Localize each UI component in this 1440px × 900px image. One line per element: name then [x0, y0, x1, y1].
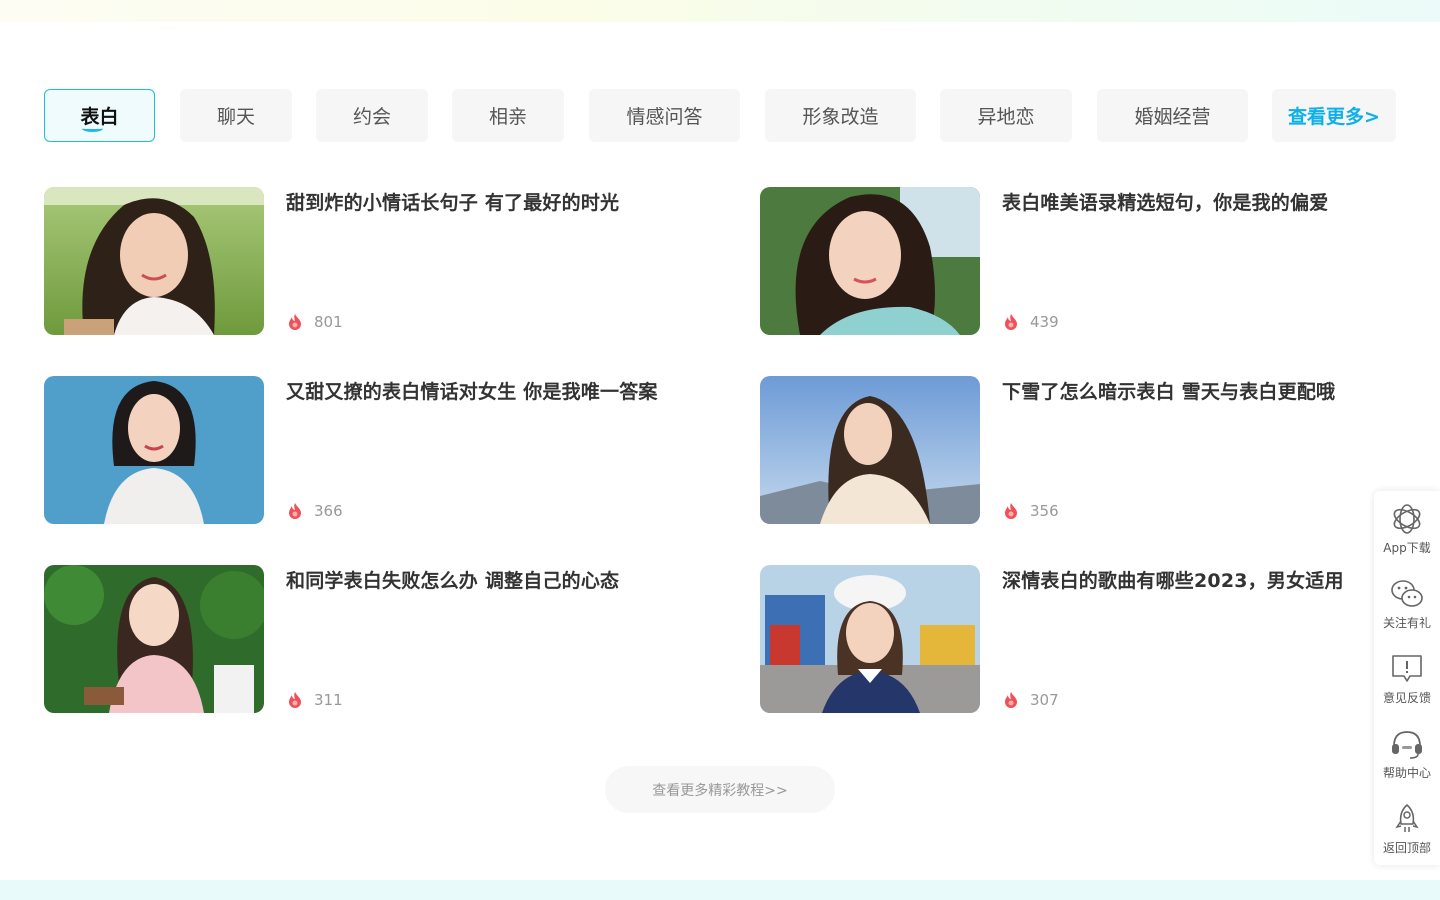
bottom-band	[0, 880, 1440, 900]
tab-qinggan-wenda[interactable]: 情感问答	[589, 89, 740, 142]
flame-icon	[289, 314, 301, 330]
article-title[interactable]: 深情表白的歌曲有哪些2023，男女适用	[1002, 566, 1344, 593]
sidebar-feedback[interactable]: 意见反馈	[1374, 641, 1440, 716]
article-views: 307	[1004, 691, 1059, 709]
article-thumbnail[interactable]	[760, 565, 980, 713]
more-tutorials-label: 查看更多精彩教程>>	[652, 782, 788, 799]
sidebar-help-center[interactable]: 帮助中心	[1374, 716, 1440, 791]
view-count: 307	[1030, 691, 1059, 709]
top-gradient-band	[0, 0, 1440, 22]
article-title[interactable]: 下雪了怎么暗示表白 雪天与表白更配哦	[1002, 377, 1335, 404]
tab-label: 情感问答	[626, 106, 703, 128]
view-count: 311	[314, 691, 343, 709]
headset-icon	[1392, 731, 1422, 759]
app-download-icon	[1393, 504, 1421, 534]
article-card[interactable]: 深情表白的歌曲有哪些2023，男女适用 307	[760, 565, 1440, 713]
flame-icon	[289, 503, 301, 519]
tab-label: 约会	[352, 106, 391, 128]
article-thumbnail[interactable]	[760, 187, 980, 335]
tab-hunyin-jingying[interactable]: 婚姻经营	[1097, 89, 1248, 142]
article-card[interactable]: 甜到炸的小情话长句子 有了最好的时光 801	[44, 187, 724, 335]
sidebar-label: App下载	[1383, 541, 1431, 555]
tabs-more-link[interactable]: 查看更多>	[1272, 89, 1396, 142]
flame-icon	[289, 692, 301, 708]
sidebar-label: 帮助中心	[1382, 766, 1431, 780]
sidebar-label: 返回顶部	[1382, 841, 1431, 855]
view-count: 366	[314, 502, 343, 520]
tab-label: 表白	[80, 102, 119, 132]
article-title[interactable]: 甜到炸的小情话长句子 有了最好的时光	[286, 188, 619, 215]
article-thumbnail[interactable]	[44, 565, 264, 713]
sidebar-back-to-top[interactable]: 返回顶部	[1374, 791, 1440, 866]
article-card[interactable]: 表白唯美语录精选短句，你是我的偏爱 439	[760, 187, 1440, 335]
tab-yidilian[interactable]: 异地恋	[940, 89, 1072, 142]
sidebar-app-download[interactable]: App下载	[1374, 491, 1440, 566]
article-views: 439	[1004, 313, 1059, 331]
sidebar-follow-gift[interactable]: 关注有礼	[1374, 566, 1440, 641]
article-thumbnail[interactable]	[44, 376, 264, 524]
tab-label: 婚姻经营	[1134, 106, 1211, 128]
more-tutorials-button[interactable]: 查看更多精彩教程>>	[605, 766, 835, 813]
article-thumbnail[interactable]	[44, 187, 264, 335]
rocket-icon	[1395, 804, 1419, 832]
article-thumbnail[interactable]	[760, 376, 980, 524]
article-views: 311	[288, 691, 343, 709]
flame-icon	[1005, 692, 1017, 708]
tabs-more-label: 查看更多>	[1288, 106, 1380, 128]
feedback-icon	[1392, 655, 1422, 682]
tab-liaotian[interactable]: 聊天	[180, 89, 292, 142]
tab-xingxiang-gaizao[interactable]: 形象改造	[765, 89, 916, 142]
tab-yuehui[interactable]: 约会	[316, 89, 428, 142]
tab-label: 聊天	[216, 106, 255, 128]
flame-icon	[1005, 503, 1017, 519]
flame-icon	[1005, 314, 1017, 330]
tab-label: 异地恋	[977, 106, 1035, 128]
article-title[interactable]: 又甜又撩的表白情话对女生 你是我唯一答案	[286, 377, 658, 404]
sidebar-label: 关注有礼	[1382, 616, 1431, 630]
sidebar-label: 意见反馈	[1382, 691, 1431, 705]
article-views: 366	[288, 502, 343, 520]
wechat-icon	[1391, 580, 1423, 607]
page: 表白 聊天 约会 相亲 情感问答 形象改造 异地恋 婚姻经营 查看更多> 甜到炸…	[0, 0, 1440, 900]
view-count: 439	[1030, 313, 1059, 331]
article-title[interactable]: 表白唯美语录精选短句，你是我的偏爱	[1002, 188, 1328, 215]
floating-sidebar: App下载 关注有礼 意见反馈 帮助中心 返回顶部	[1374, 491, 1440, 865]
tab-label: 相亲	[488, 106, 527, 128]
article-views: 356	[1004, 502, 1059, 520]
view-count: 801	[314, 313, 343, 331]
tab-xiangqin[interactable]: 相亲	[452, 89, 564, 142]
article-title[interactable]: 和同学表白失败怎么办 调整自己的心态	[286, 566, 619, 593]
view-count: 356	[1030, 502, 1059, 520]
article-card[interactable]: 和同学表白失败怎么办 调整自己的心态 311	[44, 565, 724, 713]
tab-biaobai[interactable]: 表白	[44, 89, 155, 142]
article-card[interactable]: 下雪了怎么暗示表白 雪天与表白更配哦 356	[760, 376, 1440, 524]
category-tabs: 表白 聊天 约会 相亲 情感问答 形象改造 异地恋 婚姻经营 查看更多>	[0, 89, 1440, 142]
tab-label: 形象改造	[802, 106, 879, 128]
article-views: 801	[288, 313, 343, 331]
article-card[interactable]: 又甜又撩的表白情话对女生 你是我唯一答案 366	[44, 376, 724, 524]
